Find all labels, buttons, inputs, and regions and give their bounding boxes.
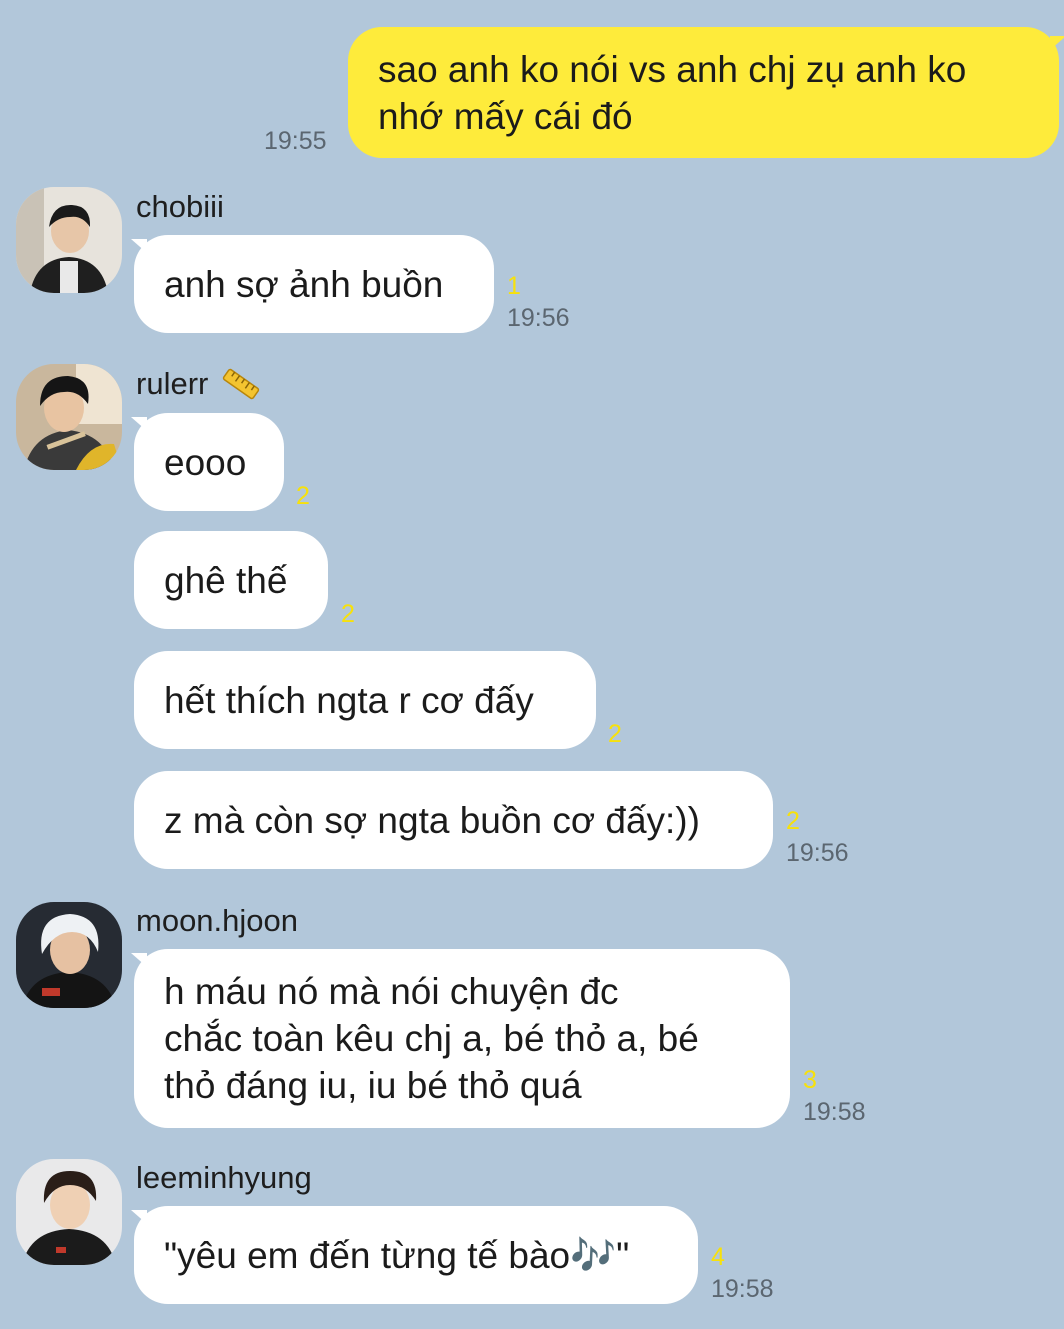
avatar[interactable] (16, 1159, 122, 1265)
incoming-message-bubble[interactable]: hết thích ngta r cơ đấy (134, 651, 596, 749)
incoming-message-bubble[interactable]: "yêu em đến từng tế bào🎶" (134, 1206, 698, 1304)
incoming-message-bubble[interactable]: ghê thế (134, 531, 328, 629)
message-timestamp: 19:55 (264, 127, 327, 155)
bubble-tail (131, 953, 147, 967)
bubble-tail (1050, 36, 1064, 50)
incoming-message-bubble[interactable]: anh sợ ảnh buồn (134, 235, 494, 333)
sender-name: moon.hjoon (136, 903, 299, 938)
ruler-emoji-icon (222, 368, 260, 400)
avatar[interactable] (16, 902, 122, 1008)
unread-count: 2 (786, 807, 800, 835)
unread-count: 2 (341, 600, 355, 628)
message-timestamp: 19:56 (507, 304, 570, 332)
avatar[interactable] (16, 187, 122, 293)
incoming-message-bubble[interactable]: eooo (134, 413, 284, 511)
bubble-tail (131, 1210, 147, 1224)
unread-count: 1 (507, 272, 521, 300)
incoming-message-bubble[interactable]: z mà còn sợ ngta buồn cơ đấy:)) (134, 771, 773, 869)
sender-name: rulerr (136, 366, 209, 401)
bubble-tail (131, 417, 147, 431)
unread-count: 3 (803, 1066, 817, 1094)
sender-name: leeminhyung (136, 1160, 312, 1195)
avatar[interactable] (16, 364, 122, 470)
message-timestamp: 19:58 (711, 1275, 774, 1303)
incoming-message-bubble[interactable]: h máu nó mà nói chuyện đc chắc toàn kêu … (134, 949, 790, 1128)
unread-count: 2 (608, 720, 622, 748)
unread-count: 4 (711, 1243, 725, 1271)
unread-count: 2 (296, 482, 310, 510)
bubble-tail (131, 239, 147, 253)
message-timestamp: 19:56 (786, 839, 849, 867)
message-timestamp: 19:58 (803, 1098, 866, 1126)
outgoing-message-bubble[interactable]: sao anh ko nói vs anh chj zụ anh ko nhớ … (348, 27, 1059, 158)
sender-name: chobiii (136, 189, 224, 224)
